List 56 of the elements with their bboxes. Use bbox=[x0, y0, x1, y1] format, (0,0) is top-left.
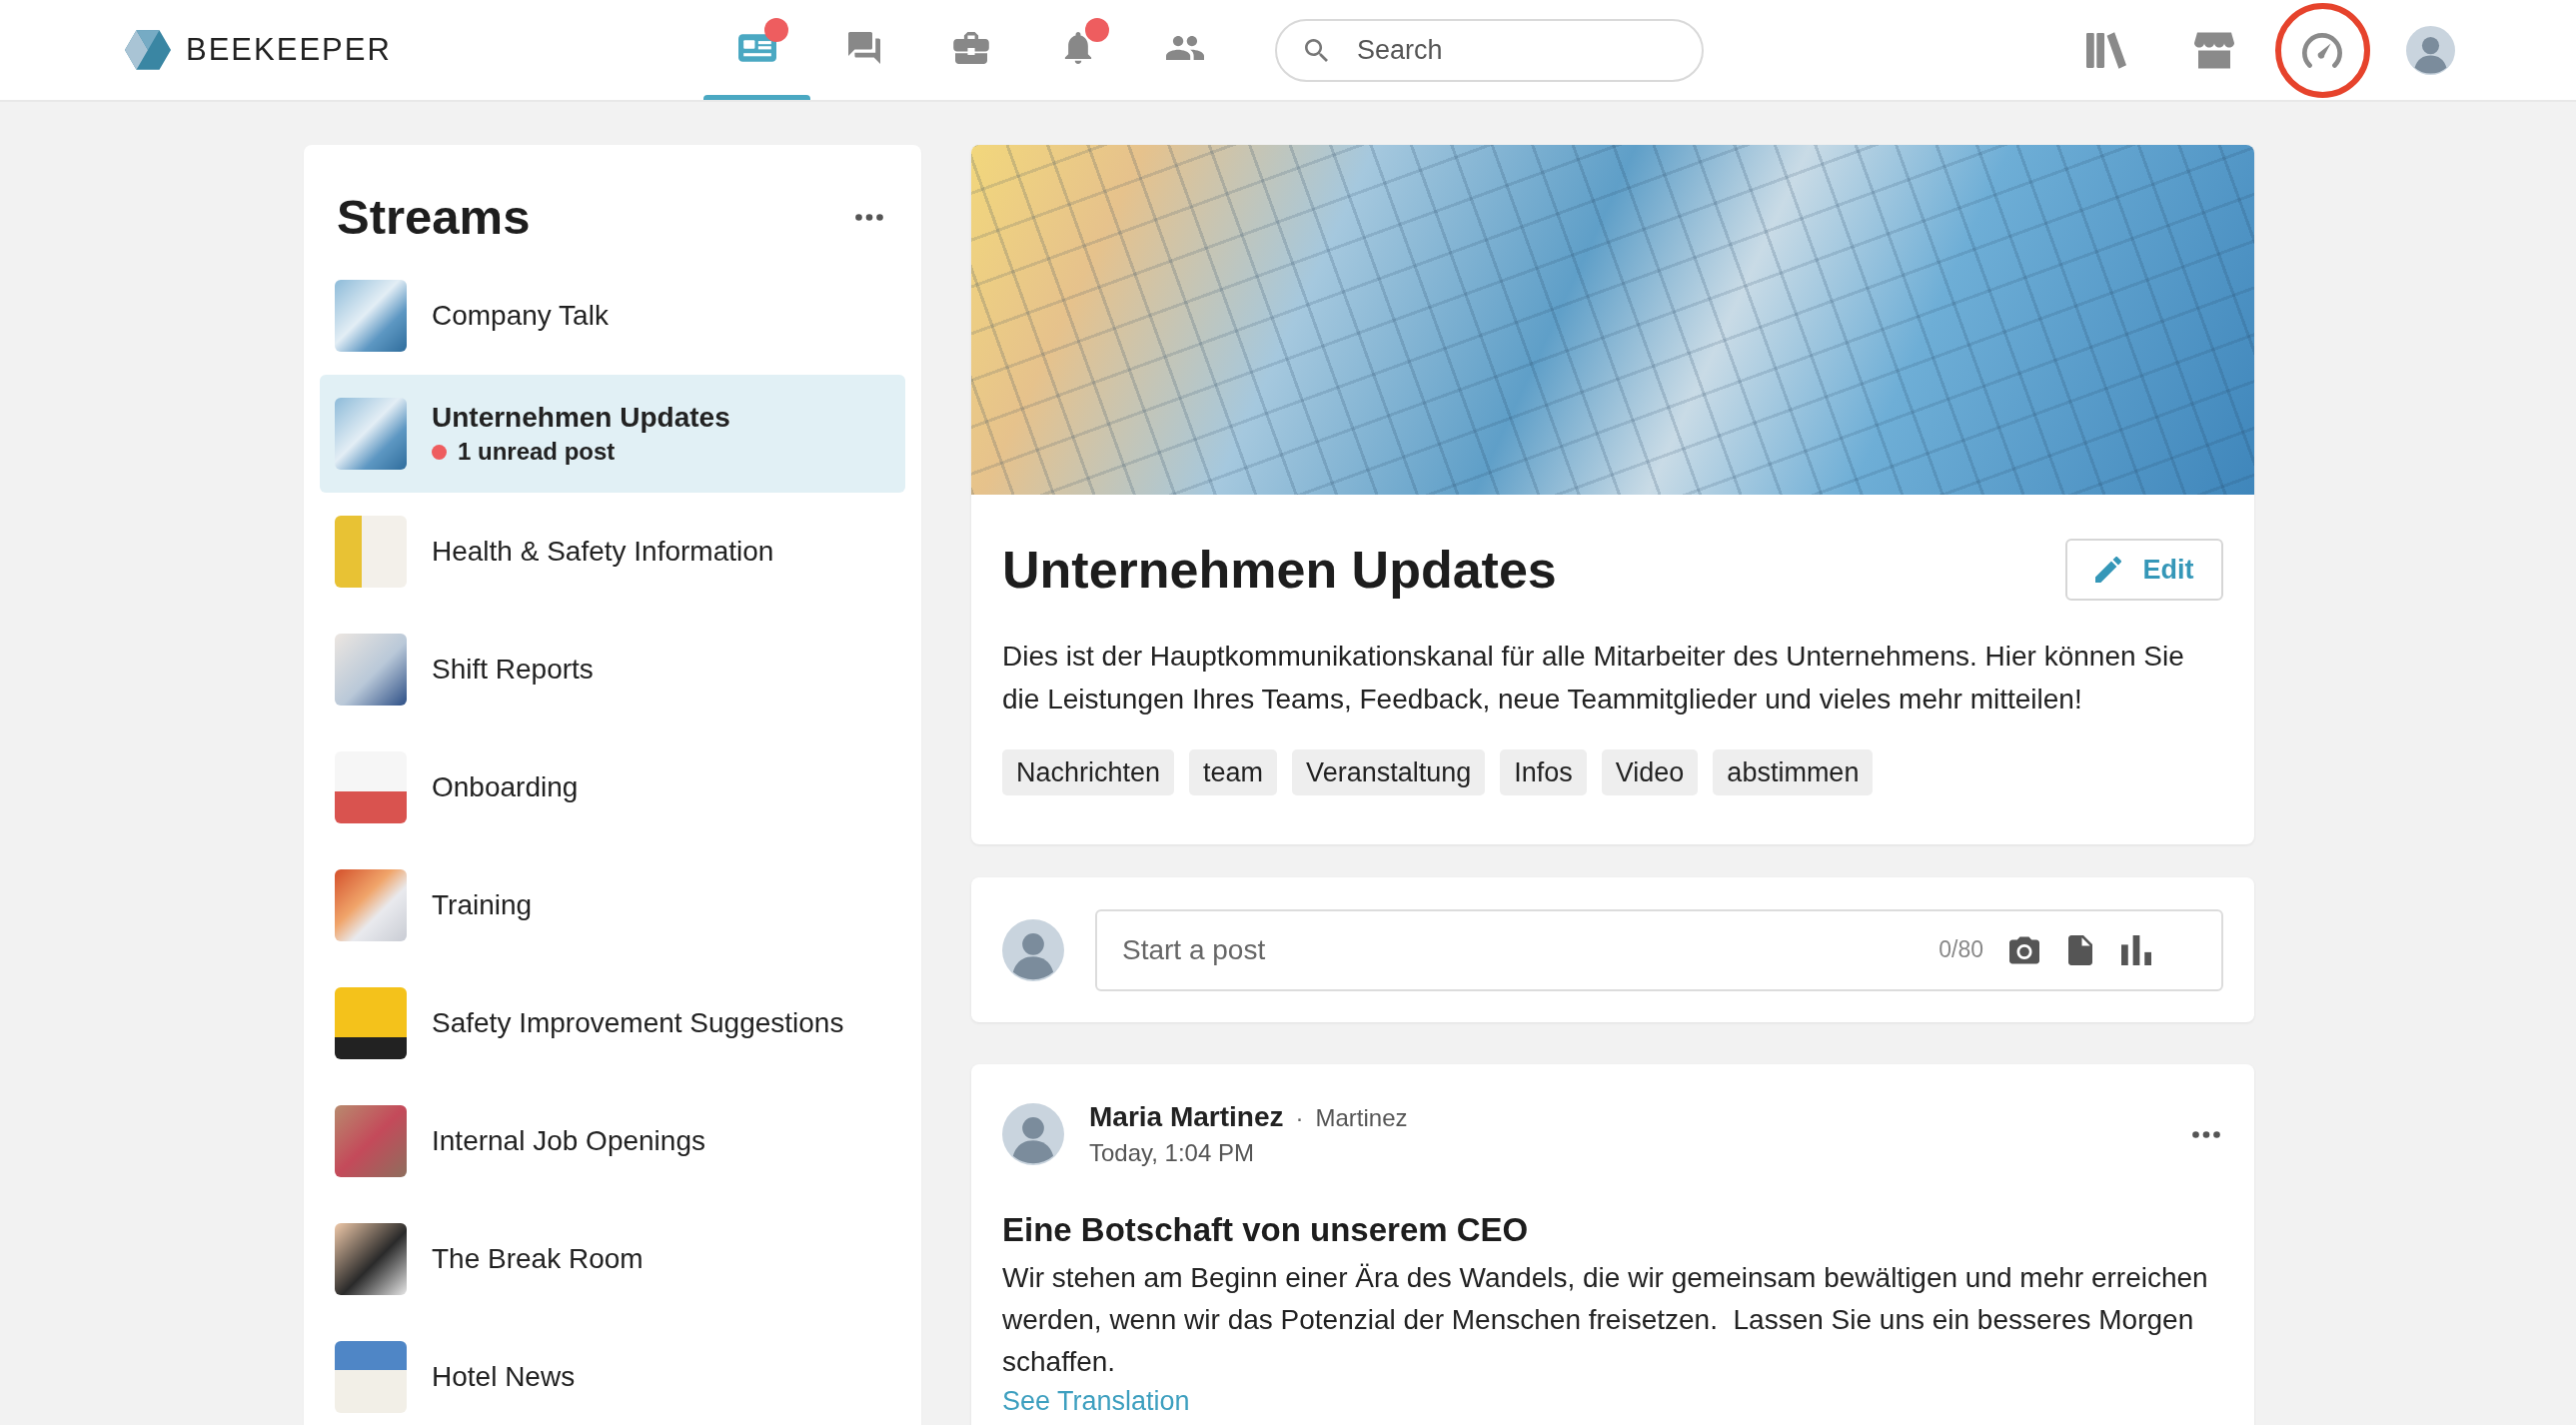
tag-chip[interactable]: Veranstaltung bbox=[1292, 749, 1486, 795]
tag-chip[interactable]: team bbox=[1189, 749, 1278, 795]
photo-placeholder bbox=[335, 516, 407, 588]
pencil-icon bbox=[2094, 557, 2121, 583]
storefront-icon[interactable] bbox=[2194, 31, 2234, 69]
speedometer-icon[interactable] bbox=[2302, 31, 2342, 69]
photo-placeholder bbox=[335, 280, 407, 352]
sidebar-title: Streams bbox=[337, 189, 531, 245]
author-name[interactable]: Maria Martinez bbox=[1089, 1101, 1284, 1133]
tag-chip[interactable]: Infos bbox=[1500, 749, 1587, 795]
photo-placeholder bbox=[335, 1223, 407, 1295]
photo-placeholder bbox=[335, 869, 407, 941]
news-feed-icon bbox=[737, 31, 776, 64]
photo-placeholder bbox=[335, 398, 407, 470]
bar-chart-icon[interactable] bbox=[2121, 934, 2151, 965]
hexagon-logo-icon[interactable] bbox=[125, 30, 171, 70]
more-icon[interactable] bbox=[855, 213, 883, 221]
unread-label: 1 unread post bbox=[458, 438, 616, 466]
stream-list-item[interactable]: Company Talk bbox=[320, 257, 905, 375]
stream-list-item[interactable]: Internal Job Openings bbox=[320, 1082, 905, 1200]
stream-list-item[interactable]: Onboarding bbox=[320, 728, 905, 846]
photo-placeholder bbox=[335, 1341, 407, 1413]
brand-name: BEEKEEPER bbox=[186, 32, 392, 68]
stream-list-item[interactable]: Unternehmen Updates 1 unread post bbox=[320, 375, 905, 493]
tag-chip[interactable]: abstimmen bbox=[1713, 749, 1874, 795]
stream-list-item[interactable]: Shift Reports bbox=[320, 611, 905, 728]
toolbox-icon bbox=[951, 31, 990, 64]
post-time: Today, 1:04 PM bbox=[1089, 1139, 1254, 1167]
stream-list-item[interactable]: The Break Room bbox=[320, 1200, 905, 1318]
tag-chip[interactable]: Video bbox=[1601, 749, 1699, 795]
stream-list-item[interactable]: Safety Improvement Suggestions bbox=[320, 964, 905, 1082]
camera-icon[interactable] bbox=[2009, 934, 2039, 965]
stream-description: Dies ist der Hauptkommunikationskanal für alle Mitarbeiter des Unternehmens. Hier können Sie die Leistungen Ihres Teams, Feedback, neue Teammitglieder und vieles mehr mitteilen! bbox=[1002, 640, 2185, 716]
books-icon[interactable] bbox=[2086, 31, 2126, 69]
author-username: Martinez bbox=[1315, 1104, 1408, 1132]
photo-placeholder bbox=[335, 634, 407, 706]
stream-list-item[interactable]: Training bbox=[320, 846, 905, 964]
stream-list-item[interactable]: Health & Safety Information bbox=[320, 493, 905, 611]
separator-dot: · bbox=[1295, 1104, 1304, 1132]
character-counter: 0/80 bbox=[1938, 936, 1983, 963]
stream-title: Unternehmen Updates bbox=[1002, 540, 1557, 600]
more-icon[interactable] bbox=[2192, 1130, 2220, 1138]
photo-placeholder bbox=[335, 987, 407, 1059]
post-body: Wir stehen am Beginn einer Ära des Wandels, die wir gemeinsam bewältigen und mehr erreichen werden, wenn wir das Potenzial der Menschen freisetzen. Lassen Sie uns ein besseres Morgen schaffen. bbox=[1002, 1261, 2209, 1379]
avatar-icon[interactable] bbox=[1002, 1103, 1064, 1165]
search-icon bbox=[1305, 38, 1328, 62]
avatar-icon[interactable] bbox=[2405, 25, 2455, 75]
tag-chip[interactable]: Nachrichten bbox=[1002, 749, 1175, 795]
unread-dot-icon bbox=[432, 444, 447, 460]
search-field[interactable]: Search bbox=[1275, 18, 1704, 82]
photo-placeholder bbox=[335, 1105, 407, 1177]
avatar-icon bbox=[1002, 918, 1064, 981]
photo-placeholder bbox=[335, 751, 407, 823]
post-title: Eine Botschaft von unserem CEO bbox=[1002, 1211, 1530, 1249]
stream-list-item[interactable]: Hotel News bbox=[320, 1318, 905, 1425]
document-icon[interactable] bbox=[2065, 934, 2095, 965]
